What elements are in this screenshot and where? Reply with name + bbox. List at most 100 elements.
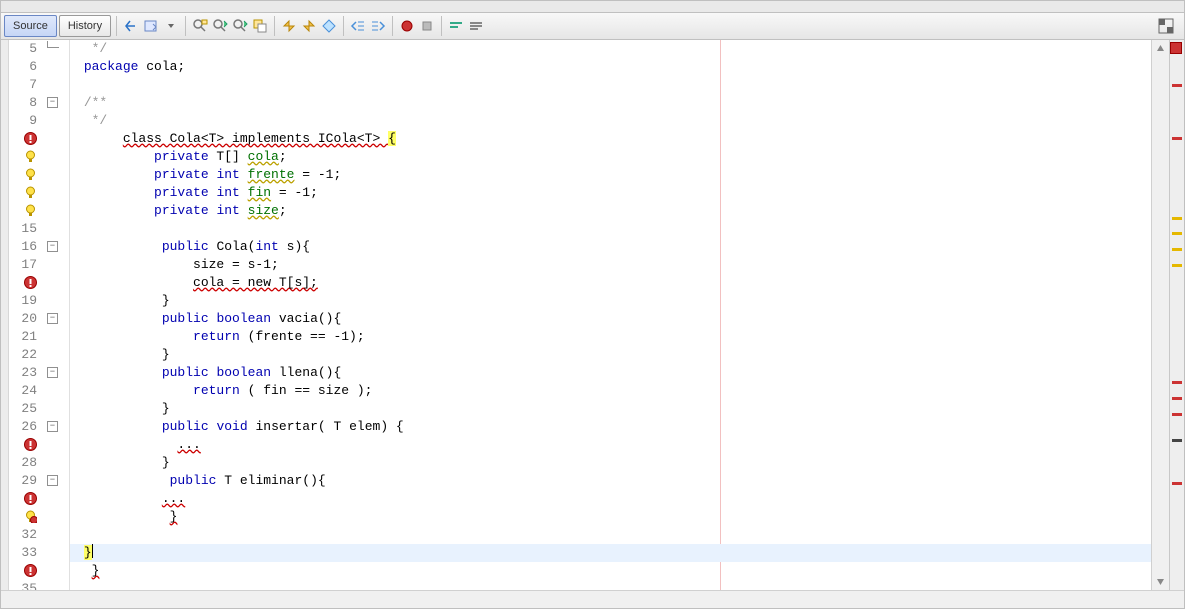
error-stripe-mark[interactable] [1172, 439, 1182, 442]
toggle-bookmark-icon[interactable] [321, 18, 337, 34]
code-line[interactable]: ... [76, 490, 185, 508]
code-line[interactable]: ... [76, 436, 201, 454]
gutter-line[interactable]: 8− [9, 94, 69, 112]
dropdown-arrow-icon[interactable] [163, 18, 179, 34]
hint-bulb-icon[interactable] [24, 150, 38, 164]
forward-icon[interactable] [143, 18, 159, 34]
source-tab[interactable]: Source [4, 15, 57, 37]
gutter-line[interactable]: 16− [9, 238, 69, 256]
gutter-line[interactable]: 9 [9, 112, 69, 130]
gutter-line[interactable]: 34 [9, 562, 69, 580]
error-glyph-icon[interactable] [24, 438, 38, 452]
gutter-line[interactable]: 20− [9, 310, 69, 328]
code-line[interactable]: public T eliminar(){ [76, 472, 326, 490]
code-line[interactable]: } [76, 508, 177, 526]
error-stripe-mark[interactable] [1172, 84, 1182, 87]
line-gutter[interactable]: 5678−910111213141516−17181920−212223−242… [9, 40, 70, 591]
find-selection-icon[interactable] [192, 18, 208, 34]
find-prev-icon[interactable] [212, 18, 228, 34]
error-stripe-mark[interactable] [1172, 248, 1182, 251]
hint-bulb-error-icon[interactable] [24, 510, 38, 524]
gutter-line[interactable]: 28 [9, 454, 69, 472]
code-line[interactable]: return (frente == -1); [76, 328, 365, 346]
error-stripe-mark[interactable] [1172, 137, 1182, 140]
start-macro-icon[interactable] [399, 18, 415, 34]
gutter-line[interactable]: 27 [9, 436, 69, 454]
comment-icon[interactable] [448, 18, 464, 34]
gutter-line[interactable]: 33 [9, 544, 69, 562]
history-tab[interactable]: History [59, 15, 111, 37]
gutter-line[interactable]: 30 [9, 490, 69, 508]
error-stripe-mark[interactable] [1172, 232, 1182, 235]
split-window-icon[interactable] [1158, 18, 1174, 34]
code-line[interactable]: */ [76, 40, 107, 58]
gutter-line[interactable]: 21 [9, 328, 69, 346]
code-line[interactable]: cola = new T[s]; [76, 274, 318, 292]
error-glyph-icon[interactable] [24, 276, 38, 290]
code-line[interactable]: } [76, 292, 170, 310]
gutter-line[interactable]: 5 [9, 40, 69, 58]
vertical-scrollbar[interactable] [1151, 40, 1169, 591]
gutter-line[interactable]: 23− [9, 364, 69, 382]
code-line[interactable]: package cola; [76, 58, 185, 76]
toggle-highlight-icon[interactable] [252, 18, 268, 34]
gutter-line[interactable]: 29− [9, 472, 69, 490]
fold-toggle-icon[interactable]: − [47, 421, 58, 432]
error-glyph-icon[interactable] [24, 492, 38, 506]
find-next-icon[interactable] [232, 18, 248, 34]
back-icon[interactable] [123, 18, 139, 34]
code-line[interactable]: } [76, 454, 170, 472]
fold-toggle-icon[interactable]: − [47, 313, 58, 324]
gutter-line[interactable]: 14 [9, 202, 69, 220]
prev-bookmark-icon[interactable] [281, 18, 297, 34]
gutter-line[interactable]: 10 [9, 130, 69, 148]
error-stripe[interactable] [1169, 40, 1184, 591]
hint-bulb-icon[interactable] [24, 204, 38, 218]
code-line[interactable]: } [76, 400, 170, 418]
code-line[interactable]: public boolean llena(){ [76, 364, 341, 382]
code-line[interactable]: private int frente = -1; [76, 166, 341, 184]
gutter-line[interactable]: 11 [9, 148, 69, 166]
code-line[interactable]: public Cola(int s){ [76, 238, 310, 256]
gutter-line[interactable]: 24 [9, 382, 69, 400]
code-line[interactable]: /** [76, 94, 107, 112]
code-line[interactable]: class Cola<T> implements ICola<T> { [76, 130, 396, 148]
fold-toggle-icon[interactable]: − [47, 97, 58, 108]
code-editor[interactable]: */ package cola; /** */ class Cola<T> im… [70, 40, 1151, 591]
error-summary-icon[interactable] [1170, 42, 1182, 54]
gutter-line[interactable]: 6 [9, 58, 69, 76]
horizontal-scrollbar[interactable] [1, 590, 1184, 608]
scroll-up-arrow-icon[interactable] [1152, 40, 1169, 57]
gutter-line[interactable]: 32 [9, 526, 69, 544]
fold-toggle-icon[interactable]: − [47, 241, 58, 252]
uncomment-icon[interactable] [468, 18, 484, 34]
gutter-line[interactable]: 25 [9, 400, 69, 418]
gutter-line[interactable]: 17 [9, 256, 69, 274]
fold-toggle-icon[interactable]: − [47, 367, 58, 378]
code-line[interactable]: private int size; [76, 202, 287, 220]
gutter-line[interactable]: 15 [9, 220, 69, 238]
code-line[interactable]: private T[] cola; [76, 148, 287, 166]
gutter-line[interactable]: 26− [9, 418, 69, 436]
shift-right-icon[interactable] [370, 18, 386, 34]
gutter-line[interactable]: 13 [9, 184, 69, 202]
gutter-line[interactable]: 12 [9, 166, 69, 184]
gutter-line[interactable]: 19 [9, 292, 69, 310]
scroll-down-arrow-icon[interactable] [1152, 573, 1169, 590]
code-line[interactable]: } [76, 544, 93, 562]
next-bookmark-icon[interactable] [301, 18, 317, 34]
shift-left-icon[interactable] [350, 18, 366, 34]
gutter-line[interactable]: 22 [9, 346, 69, 364]
error-stripe-mark[interactable] [1172, 413, 1182, 416]
gutter-line[interactable]: 31 [9, 508, 69, 526]
stop-macro-icon[interactable] [419, 18, 435, 34]
code-line[interactable]: } [76, 562, 99, 580]
gutter-line[interactable]: 18 [9, 274, 69, 292]
gutter-line[interactable]: 35 [9, 580, 69, 591]
error-glyph-icon[interactable] [24, 132, 38, 146]
error-stripe-mark[interactable] [1172, 482, 1182, 485]
hint-bulb-icon[interactable] [24, 168, 38, 182]
code-line[interactable]: public boolean vacia(){ [76, 310, 341, 328]
code-line[interactable]: return ( fin == size ); [76, 382, 372, 400]
error-stripe-mark[interactable] [1172, 381, 1182, 384]
